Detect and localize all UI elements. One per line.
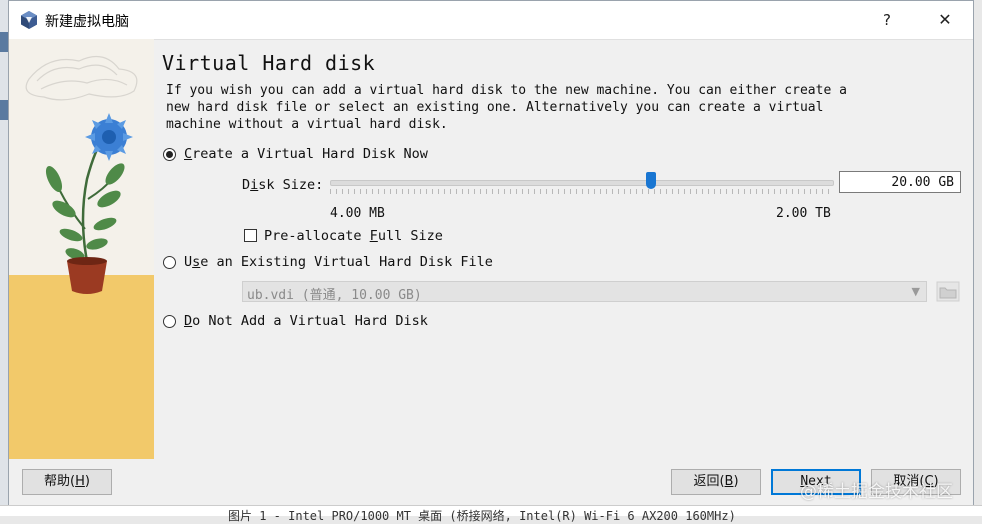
help-button[interactable]: ? bbox=[869, 7, 905, 33]
background-window-marker bbox=[0, 32, 8, 52]
back-button[interactable]: 返回(B) bbox=[671, 469, 761, 495]
no-disk-radio[interactable] bbox=[163, 315, 176, 328]
disk-size-label: Disk Size: bbox=[242, 177, 324, 193]
help-dialog-button[interactable]: 帮助(H) bbox=[22, 469, 112, 495]
existing-disk-select-value: ub.vdi (普通, 10.00 GB) bbox=[247, 288, 422, 303]
virtualbox-cube-icon bbox=[21, 11, 37, 29]
new-vm-dialog: 新建虚拟电脑 ? ✕ Virtual Hard disk If you wish… bbox=[8, 0, 974, 505]
disk-size-slider-track[interactable] bbox=[330, 180, 834, 186]
title-bar: 新建虚拟电脑 ? ✕ bbox=[9, 1, 973, 40]
create-disk-radio[interactable] bbox=[163, 148, 176, 161]
preallocate-checkbox[interactable] bbox=[244, 229, 257, 242]
disk-size-max-label: 2.00 TB bbox=[776, 206, 831, 221]
page-description: If you wish you can add a virtual hard d… bbox=[166, 83, 847, 132]
wizard-illustration bbox=[9, 39, 154, 459]
page-title: Virtual Hard disk bbox=[162, 51, 376, 75]
create-disk-label[interactable]: Create a Virtual Hard Disk Now bbox=[184, 146, 428, 162]
background-window bbox=[0, 0, 8, 515]
use-existing-label[interactable]: Use an Existing Virtual Hard Disk File bbox=[184, 254, 493, 270]
disk-size-min-label: 4.00 MB bbox=[330, 206, 385, 221]
disk-size-input[interactable]: 20.00 GB bbox=[839, 171, 961, 193]
choose-file-folder-icon[interactable] bbox=[936, 281, 960, 302]
background-window-marker bbox=[0, 100, 8, 120]
window-title: 新建虚拟电脑 bbox=[45, 14, 129, 30]
background-status-text: 图片 1 - Intel PRO/1000 MT 桌面 (桥接网络, Intel… bbox=[228, 509, 736, 523]
site-watermark: @稀土掘金技术社区 bbox=[800, 482, 953, 502]
no-disk-label[interactable]: Do Not Add a Virtual Hard Disk bbox=[184, 313, 428, 329]
wizard-content: Virtual Hard disk If you wish you can ad… bbox=[154, 39, 973, 459]
disk-size-slider-handle[interactable] bbox=[646, 172, 657, 189]
disk-size-slider-ticks bbox=[330, 189, 832, 194]
use-existing-radio[interactable] bbox=[163, 256, 176, 269]
close-button[interactable]: ✕ bbox=[927, 7, 963, 33]
preallocate-label[interactable]: Pre-allocate Full Size bbox=[264, 228, 443, 244]
flower-pot-illustration bbox=[9, 39, 154, 459]
chevron-down-icon: ▼ bbox=[911, 285, 920, 298]
existing-disk-select[interactable]: ub.vdi (普通, 10.00 GB) ▼ bbox=[242, 281, 927, 303]
